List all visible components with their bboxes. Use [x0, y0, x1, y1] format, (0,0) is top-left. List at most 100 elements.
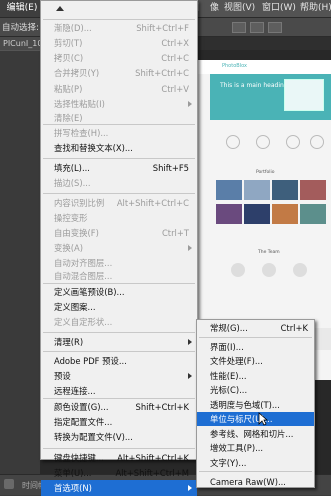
menu-item-label: 自由变换(F): [54, 228, 99, 238]
menu-layer-partial[interactable]: 像: [210, 0, 220, 17]
menu-item-label: 远程连接...: [54, 386, 96, 396]
edit-menu-item[interactable]: 定义画笔预设(B)...: [41, 284, 197, 300]
menu-item-shortcut: Alt+Shift+Ctrl+C: [116, 198, 189, 208]
menu-item-label: 定义画笔预设(B)...: [54, 287, 125, 297]
menu-item-label: 指定配置文件...: [54, 417, 113, 427]
site-nav: [196, 60, 331, 74]
submenu-arrow-icon: [188, 485, 192, 491]
edit-menu-item[interactable]: 清理(R): [41, 334, 197, 350]
menu-separator: [199, 336, 312, 338]
menu-item-label: 透明度与色域(T)...: [210, 399, 280, 410]
preferences-menu-item[interactable]: 文字(Y)...: [197, 456, 314, 470]
auto-select-label: 自动选择:: [2, 23, 39, 33]
menu-item-label: 清除(E): [54, 113, 83, 123]
edit-menu-item[interactable]: 预设: [41, 368, 197, 384]
edit-menu-item[interactable]: 键盘快捷键... Alt+Shift+Ctrl+K: [41, 450, 197, 466]
menu-item-label: 预设: [54, 371, 71, 381]
edit-menu-item[interactable]: 远程连接...: [41, 383, 197, 399]
menu-item-label: 常规(G)...: [210, 323, 248, 333]
menu-item-label: 自动混合图层...: [54, 271, 113, 281]
menu-help[interactable]: 帮助(H): [300, 0, 331, 17]
edit-menu-item: 剪切(T) Ctrl+X: [41, 35, 197, 51]
edit-menu-item[interactable]: Adobe PDF 预设...: [41, 353, 197, 369]
menu-view[interactable]: 视图(V): [224, 0, 256, 17]
menu-item-shortcut: Shift+Ctrl+F: [136, 23, 189, 33]
menu-separator: [199, 471, 312, 472]
tool-strip-divider: [0, 50, 40, 51]
menu-separator: [43, 351, 195, 352]
menu-item-shortcut: Ctrl+V: [161, 84, 189, 94]
edit-menu-item: 操控变形: [41, 210, 197, 226]
portfolio-image: [272, 180, 298, 200]
preferences-menu-item[interactable]: 参考线、网格和切片...: [197, 427, 314, 441]
preferences-menu-item[interactable]: 透明度与色域(T)...: [197, 398, 314, 412]
menu-item-shortcut: Ctrl+T: [161, 228, 189, 238]
edit-menu-item: 定义自定形状...: [41, 314, 197, 330]
menu-item-shortcut: Ctrl+K: [280, 323, 308, 333]
portfolio-image: [300, 180, 326, 200]
preferences-menu-item[interactable]: 界面(I)...: [197, 340, 314, 354]
menu-item-label: 光标(C)...: [210, 385, 248, 395]
menu-item-label: 填充(L)...: [54, 163, 90, 173]
preferences-menu-item[interactable]: 光标(C)...: [197, 383, 314, 397]
edit-menu-item: 渐隐(D)... Shift+Ctrl+F: [41, 20, 197, 36]
menu-item-label: 描边(S)...: [54, 178, 91, 188]
menu-item-label: 拷贝(C): [54, 53, 84, 63]
menu-item-label: 文字(Y)...: [210, 457, 247, 468]
edit-menu-item[interactable]: 转换为配置文件(V)...: [41, 429, 197, 445]
menu-item-shortcut: Ctrl+X: [161, 38, 189, 48]
menu-edit[interactable]: 编辑(E): [0, 0, 44, 17]
edit-menu-item[interactable]: 菜单(U)... Alt+Shift+Ctrl+M: [41, 465, 197, 481]
menu-item-label: 渐隐(D)...: [54, 23, 92, 33]
menu-item-label: 参考线、网格和切片...: [210, 428, 294, 439]
cursor-icon: [258, 412, 268, 426]
edit-menu-item: 拷贝(C) Ctrl+C: [41, 50, 197, 66]
preferences-menu-item[interactable]: 常规(G)... Ctrl+K: [197, 321, 314, 335]
preferences-menu-item[interactable]: 文件处理(F)...: [197, 354, 314, 368]
edit-menu-item[interactable]: 查找和替换文本(X)...: [41, 140, 197, 156]
site-brand: PhotoBlox: [222, 63, 247, 69]
portfolio-image: [216, 204, 242, 224]
menu-item-label: 粘贴(P): [54, 84, 83, 94]
preferences-menu-item[interactable]: 增效工具(P)...: [197, 441, 314, 455]
menu-item-label: 查找和替换文本(X)...: [54, 143, 133, 153]
portfolio-image: [244, 180, 270, 200]
menu-item-label: 定义自定形状...: [54, 317, 113, 327]
menu-separator: [43, 332, 195, 333]
menu-item-label: 操控变形: [54, 213, 88, 223]
menu-separator: [43, 158, 195, 159]
timeline-icon[interactable]: [4, 479, 14, 489]
preferences-menu-item[interactable]: Camera Raw(W)...: [197, 475, 314, 489]
edit-menu-item: 合并拷贝(Y) Shift+Ctrl+C: [41, 65, 197, 81]
portfolio-image: [272, 204, 298, 224]
preferences-submenu: 常规(G)... Ctrl+K 界面(I)... 文件处理(F)... 性能(E)...…: [196, 319, 315, 488]
feature-icon: [286, 135, 300, 149]
portfolio-image: [244, 204, 270, 224]
edit-menu-item[interactable]: 颜色设置(G)... Shift+Ctrl+K: [41, 399, 197, 415]
menu-item-label: 清理(R): [54, 337, 84, 347]
team-avatar: [262, 263, 276, 277]
menu-item-label: 剪切(T): [54, 38, 83, 48]
preferences-menu-item[interactable]: 单位与标尺(U)...: [197, 412, 314, 426]
edit-menu-item[interactable]: 填充(L)... Shift+F5: [41, 160, 197, 176]
menu-window[interactable]: 窗口(W): [262, 0, 296, 17]
edit-menu-item: 变换(A): [41, 240, 197, 256]
edit-menu-item[interactable]: 指定配置文件...: [41, 414, 197, 430]
scroll-up-arrow-icon[interactable]: [56, 6, 64, 11]
3d-mode-icon[interactable]: [268, 22, 282, 33]
menu-item-shortcut: Shift+Ctrl+K: [135, 402, 189, 412]
menu-item-label: 颜色设置(G)...: [54, 402, 109, 412]
tool-strip: [0, 50, 40, 474]
edit-menu-item: 粘贴(P) Ctrl+V: [41, 81, 197, 97]
menu-item-shortcut: Alt+Shift+Ctrl+M: [115, 468, 189, 478]
edit-menu-item[interactable]: 定义图案...: [41, 299, 197, 315]
menu-item-label: 内容识别比例: [54, 198, 105, 208]
team-avatar: [293, 263, 307, 277]
feature-icon: [310, 135, 324, 149]
preferences-menu-item[interactable]: 性能(E)...: [197, 369, 314, 383]
align-icon[interactable]: [232, 22, 246, 33]
menu-item-label: 菜单(U)...: [54, 468, 92, 478]
edit-menu: 渐隐(D)... Shift+Ctrl+F 剪切(T) Ctrl+X 拷贝(C) Ctrl…: [40, 0, 198, 496]
team-avatar: [231, 263, 245, 277]
distribute-icon[interactable]: [250, 22, 264, 33]
